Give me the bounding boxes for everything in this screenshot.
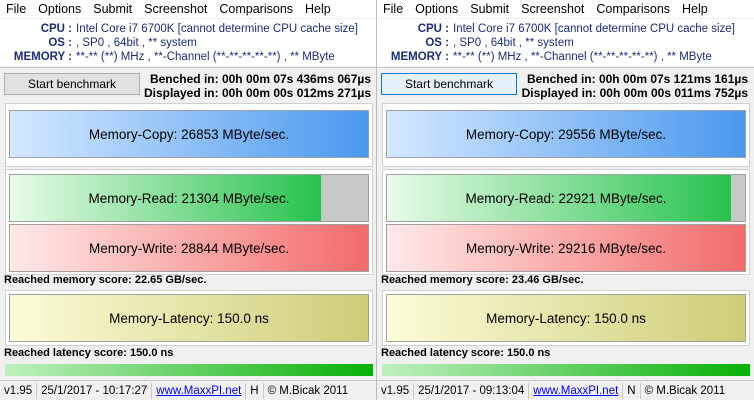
menu-file[interactable]: File: [377, 0, 409, 18]
benched-time: Benched in: 00h 00m 07s 436ms 067µs: [149, 72, 371, 86]
menu-submit[interactable]: Submit: [464, 0, 515, 18]
displayed-time: Displayed in: 00h 00m 00s 012ms 271µs: [143, 86, 371, 100]
benchmark-window-left: File Options Submit Screenshot Compariso…: [0, 0, 377, 400]
cpu-label: CPU :: [417, 23, 449, 35]
cpu-label: CPU :: [40, 23, 72, 35]
score-progress-bar: [5, 364, 373, 376]
status-flag: H: [246, 383, 264, 399]
memory-read-bar: Memory-Read: 22921 MByte/sec.: [386, 174, 746, 222]
website-link[interactable]: www.MaxxPI.net: [529, 383, 624, 399]
os-value: , SP0 , 64bit , ** system: [76, 37, 197, 49]
latency-score: Reached latency score: 150.0 ns: [381, 347, 551, 359]
menu-submit[interactable]: Submit: [87, 0, 138, 18]
divider-line: [0, 67, 377, 68]
read-write-panel: Memory-Read: 21304 MByte/sec. Memory-Wri…: [5, 169, 373, 275]
read-write-panel: Memory-Read: 22921 MByte/sec. Memory-Wri…: [382, 169, 750, 275]
menu-comparisons[interactable]: Comparisons: [590, 0, 676, 18]
datetime-text: 25/1/2017 - 10:17:27: [37, 383, 153, 399]
copyright-text: © M.Bicak 2011: [267, 385, 349, 397]
memory-value: **-** (**) MHz , **-Channel (**-**-**-**…: [453, 51, 712, 63]
memory-read-bar: Memory-Read: 21304 MByte/sec.: [9, 174, 369, 222]
os-label: OS :: [48, 37, 72, 49]
memory-value: **-** (**) MHz , **-Channel (**-**-**-**…: [76, 51, 335, 63]
menu-screenshot[interactable]: Screenshot: [138, 0, 213, 18]
pane-divider: [376, 0, 377, 400]
os-value: , SP0 , 64bit , ** system: [453, 37, 574, 49]
copyright-text: © M.Bicak 2011: [644, 385, 726, 397]
cpu-value: Intel Core i7 6700K [cannot determine CP…: [76, 23, 358, 35]
os-label: OS :: [425, 37, 449, 49]
score-progress-bar: [382, 364, 750, 376]
memory-copy-label: Memory-Copy: 29556 MByte/sec.: [465, 126, 667, 142]
memory-copy-label: Memory-Copy: 26853 MByte/sec.: [88, 126, 290, 142]
divider-line: [377, 67, 754, 68]
menu-options[interactable]: Options: [32, 0, 87, 18]
memory-write-bar: Memory-Write: 29216 MByte/sec.: [386, 224, 746, 272]
memory-write-label: Memory-Write: 28844 MByte/sec.: [88, 240, 290, 256]
memory-score: Reached memory score: 23.46 GB/sec.: [381, 274, 584, 286]
website-link[interactable]: www.MaxxPI.net: [152, 383, 247, 399]
memory-read-label: Memory-Read: 21304 MByte/sec.: [88, 190, 290, 206]
latency-score: Reached latency score: 150.0 ns: [4, 347, 174, 359]
memory-latency-bar: Memory-Latency: 150.0 ns: [386, 294, 746, 342]
memory-score: Reached memory score: 22.65 GB/sec.: [4, 274, 207, 286]
menu-screenshot[interactable]: Screenshot: [515, 0, 590, 18]
copy-panel: Memory-Copy: 29556 MByte/sec.: [382, 103, 750, 167]
memory-write-label: Memory-Write: 29216 MByte/sec.: [465, 240, 667, 256]
menu-file[interactable]: File: [0, 0, 32, 18]
menu-bar: File Options Submit Screenshot Compariso…: [377, 0, 754, 18]
menu-bar: File Options Submit Screenshot Compariso…: [0, 0, 377, 18]
memory-read-label: Memory-Read: 22921 MByte/sec.: [465, 190, 667, 206]
latency-panel: Memory-Latency: 150.0 ns: [382, 290, 750, 346]
menu-help[interactable]: Help: [299, 0, 337, 18]
benchmark-window-right: File Options Submit Screenshot Compariso…: [377, 0, 754, 400]
status-bar: v1.95 25/1/2017 - 09:13:04 www.MaxxPI.ne…: [377, 380, 754, 400]
memory-latency-label: Memory-Latency: 150.0 ns: [486, 310, 646, 326]
status-bar: v1.95 25/1/2017 - 10:17:27 www.MaxxPI.ne…: [0, 380, 377, 400]
memory-copy-bar: Memory-Copy: 26853 MByte/sec.: [9, 110, 369, 158]
system-info: CPU : Intel Core i7 6700K [cannot determ…: [377, 19, 754, 66]
menu-options[interactable]: Options: [409, 0, 464, 18]
cpu-value: Intel Core i7 6700K [cannot determine CP…: [453, 23, 735, 35]
memory-label: MEMORY :: [13, 51, 72, 63]
menu-comparisons[interactable]: Comparisons: [213, 0, 299, 18]
benched-time: Benched in: 00h 00m 07s 121ms 161µs: [526, 72, 748, 86]
datetime-text: 25/1/2017 - 09:13:04: [414, 383, 530, 399]
status-flag: N: [623, 383, 641, 399]
start-benchmark-button[interactable]: Start benchmark: [381, 73, 517, 95]
memory-write-bar: Memory-Write: 28844 MByte/sec.: [9, 224, 369, 272]
version-text: v1.95: [0, 383, 38, 399]
timing-info: Benched in: 00h 00m 07s 436ms 067µs Disp…: [144, 72, 371, 100]
copy-panel: Memory-Copy: 26853 MByte/sec.: [5, 103, 373, 167]
menu-help[interactable]: Help: [676, 0, 714, 18]
memory-label: MEMORY :: [390, 51, 449, 63]
memory-latency-label: Memory-Latency: 150.0 ns: [109, 310, 269, 326]
memory-latency-bar: Memory-Latency: 150.0 ns: [9, 294, 369, 342]
version-text: v1.95: [377, 383, 415, 399]
displayed-time: Displayed in: 00h 00m 00s 011ms 752µs: [521, 86, 748, 100]
timing-info: Benched in: 00h 00m 07s 121ms 161µs Disp…: [522, 72, 748, 100]
memory-copy-bar: Memory-Copy: 29556 MByte/sec.: [386, 110, 746, 158]
system-info: CPU : Intel Core i7 6700K [cannot determ…: [0, 19, 377, 66]
start-benchmark-button[interactable]: Start benchmark: [4, 73, 140, 95]
latency-panel: Memory-Latency: 150.0 ns: [5, 290, 373, 346]
